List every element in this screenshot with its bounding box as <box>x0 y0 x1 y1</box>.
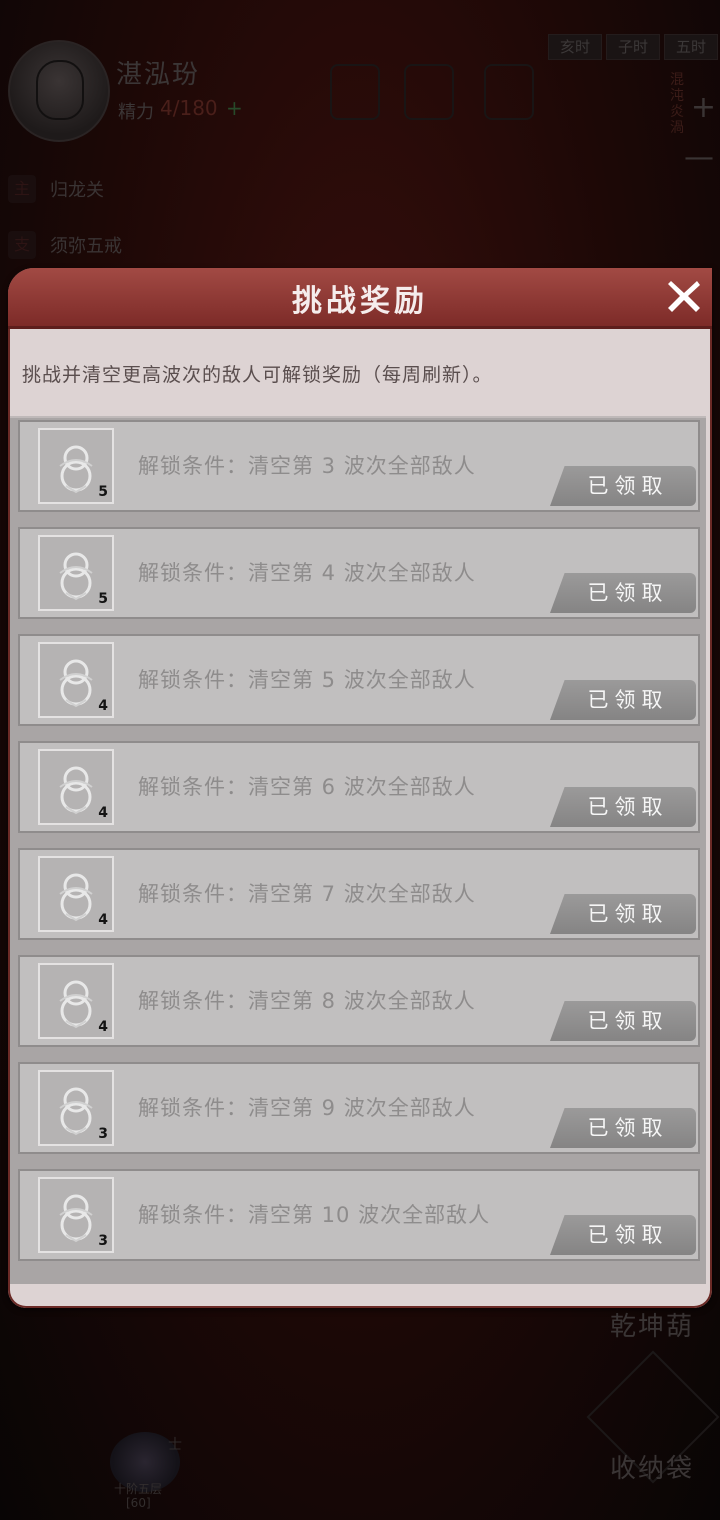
time-tabs: 亥时 子时 五时 <box>548 34 718 60</box>
claimed-button[interactable]: 已领取 <box>550 1215 696 1255</box>
lantern-icon[interactable] <box>330 64 380 120</box>
reward-count: 4 <box>98 698 108 714</box>
avatar-face <box>36 60 84 120</box>
bag-label[interactable]: 收纳袋 <box>610 1448 694 1485</box>
dialog-title: 挑战奖励 <box>292 284 428 319</box>
claimed-button[interactable]: 已领取 <box>550 680 696 720</box>
reward-count: 3 <box>98 1233 108 1249</box>
player-name: 湛泓玢 <box>116 60 201 90</box>
unlock-condition: 解锁条件：清空第 4 波次全部敌人 <box>138 561 476 585</box>
challenge-reward-dialog: 挑战奖励 挑战并清空更高波次的敌人可解锁奖励（每周刷新）。 5 解锁条件：清空第… <box>8 268 712 1308</box>
claimed-button[interactable]: 已领取 <box>550 466 696 506</box>
reward-count: 4 <box>98 805 108 821</box>
quest-side[interactable]: 支 须弥五戒 <box>8 230 122 260</box>
quest-main[interactable]: 主 归龙关 <box>8 174 104 204</box>
reward-count: 4 <box>98 912 108 928</box>
gourd-emblem-icon <box>59 1194 93 1243</box>
energy-label: 精力 <box>118 102 154 123</box>
reward-list[interactable]: 5 解锁条件：清空第 3 波次全部敌人 已领取 5 解锁条件：清空第 4 波次全… <box>10 416 706 1284</box>
reward-icon[interactable]: 4 <box>38 749 114 825</box>
quest-tag: 支 <box>8 231 36 259</box>
claimed-button[interactable]: 已领取 <box>550 573 696 613</box>
reward-count: 3 <box>98 1126 108 1142</box>
quest-text: 须弥五戒 <box>50 236 122 257</box>
gourd-title[interactable]: 乾坤葫 <box>610 1306 694 1343</box>
time-tab[interactable]: 子时 <box>606 34 660 60</box>
time-tab[interactable]: 五时 <box>664 34 718 60</box>
gourd-emblem-icon <box>59 1087 93 1136</box>
claimed-button[interactable]: 已领取 <box>550 894 696 934</box>
gourd-emblem-icon <box>59 552 93 601</box>
reward-item: 5 解锁条件：清空第 4 波次全部敌人 已领取 <box>18 527 700 619</box>
reward-icon[interactable]: 4 <box>38 856 114 932</box>
dialog-header: 挑战奖励 <box>8 268 712 329</box>
reward-icon[interactable]: 5 <box>38 535 114 611</box>
claimed-button[interactable]: 已领取 <box>550 1108 696 1148</box>
gourd-emblem-icon <box>59 766 93 815</box>
side-vertical-text: 混沌炎渦 <box>670 72 684 136</box>
unlock-condition: 解锁条件：清空第 9 波次全部敌人 <box>138 1096 476 1120</box>
unlock-condition: 解锁条件：清空第 3 波次全部敌人 <box>138 454 476 478</box>
reward-item: 5 解锁条件：清空第 3 波次全部敌人 已领取 <box>18 420 700 512</box>
reward-item: 3 解锁条件：清空第 9 波次全部敌人 已领取 <box>18 1062 700 1154</box>
reward-count: 5 <box>98 591 108 607</box>
reward-icon[interactable]: 3 <box>38 1070 114 1146</box>
gourd-emblem-icon <box>59 980 93 1029</box>
reward-item: 4 解锁条件：清空第 7 波次全部敌人 已领取 <box>18 848 700 940</box>
gourd-emblem-icon <box>59 445 93 494</box>
unlock-condition: 解锁条件：清空第 8 波次全部敌人 <box>138 989 476 1013</box>
close-icon[interactable] <box>664 276 704 316</box>
scroll-icon[interactable] <box>404 64 454 120</box>
claimed-button[interactable]: 已领取 <box>550 1001 696 1041</box>
claimed-button[interactable]: 已领取 <box>550 787 696 827</box>
quest-text: 归龙关 <box>50 180 104 201</box>
reward-icon[interactable]: 3 <box>38 1177 114 1253</box>
map-icon[interactable] <box>484 64 534 120</box>
realm-badge: 士 <box>168 1437 182 1453</box>
unlock-condition: 解锁条件：清空第 5 波次全部敌人 <box>138 668 476 692</box>
reward-count: 5 <box>98 484 108 500</box>
reward-item: 4 解锁条件：清空第 6 波次全部敌人 已领取 <box>18 741 700 833</box>
reward-icon[interactable]: 5 <box>38 428 114 504</box>
reward-item: 4 解锁条件：清空第 8 波次全部敌人 已领取 <box>18 955 700 1047</box>
unlock-condition: 解锁条件：清空第 10 波次全部敌人 <box>138 1203 491 1227</box>
reward-count: 4 <box>98 1019 108 1035</box>
realm-label: 十阶五层 <box>114 1482 163 1496</box>
realm-stage: [60] <box>126 1496 151 1510</box>
reward-icon[interactable]: 4 <box>38 963 114 1039</box>
time-tab[interactable]: 亥时 <box>548 34 602 60</box>
unlock-condition: 解锁条件：清空第 7 波次全部敌人 <box>138 882 476 906</box>
zoom-out-button[interactable]: — <box>684 140 714 175</box>
gourd-emblem-icon <box>59 873 93 922</box>
dialog-description: 挑战并清空更高波次的敌人可解锁奖励（每周刷新）。 <box>22 364 493 386</box>
energy-add-button[interactable]: + <box>226 96 243 120</box>
unlock-condition: 解锁条件：清空第 6 波次全部敌人 <box>138 775 476 799</box>
reward-item: 4 解锁条件：清空第 5 波次全部敌人 已领取 <box>18 634 700 726</box>
energy-value: 4/180 <box>160 96 218 120</box>
player-avatar[interactable] <box>8 40 110 142</box>
reward-icon[interactable]: 4 <box>38 642 114 718</box>
gourd-emblem-icon <box>59 659 93 708</box>
reward-item: 3 解锁条件：清空第 10 波次全部敌人 已领取 <box>18 1169 700 1261</box>
zoom-in-button[interactable]: + <box>691 90 716 125</box>
quest-tag: 主 <box>8 175 36 203</box>
